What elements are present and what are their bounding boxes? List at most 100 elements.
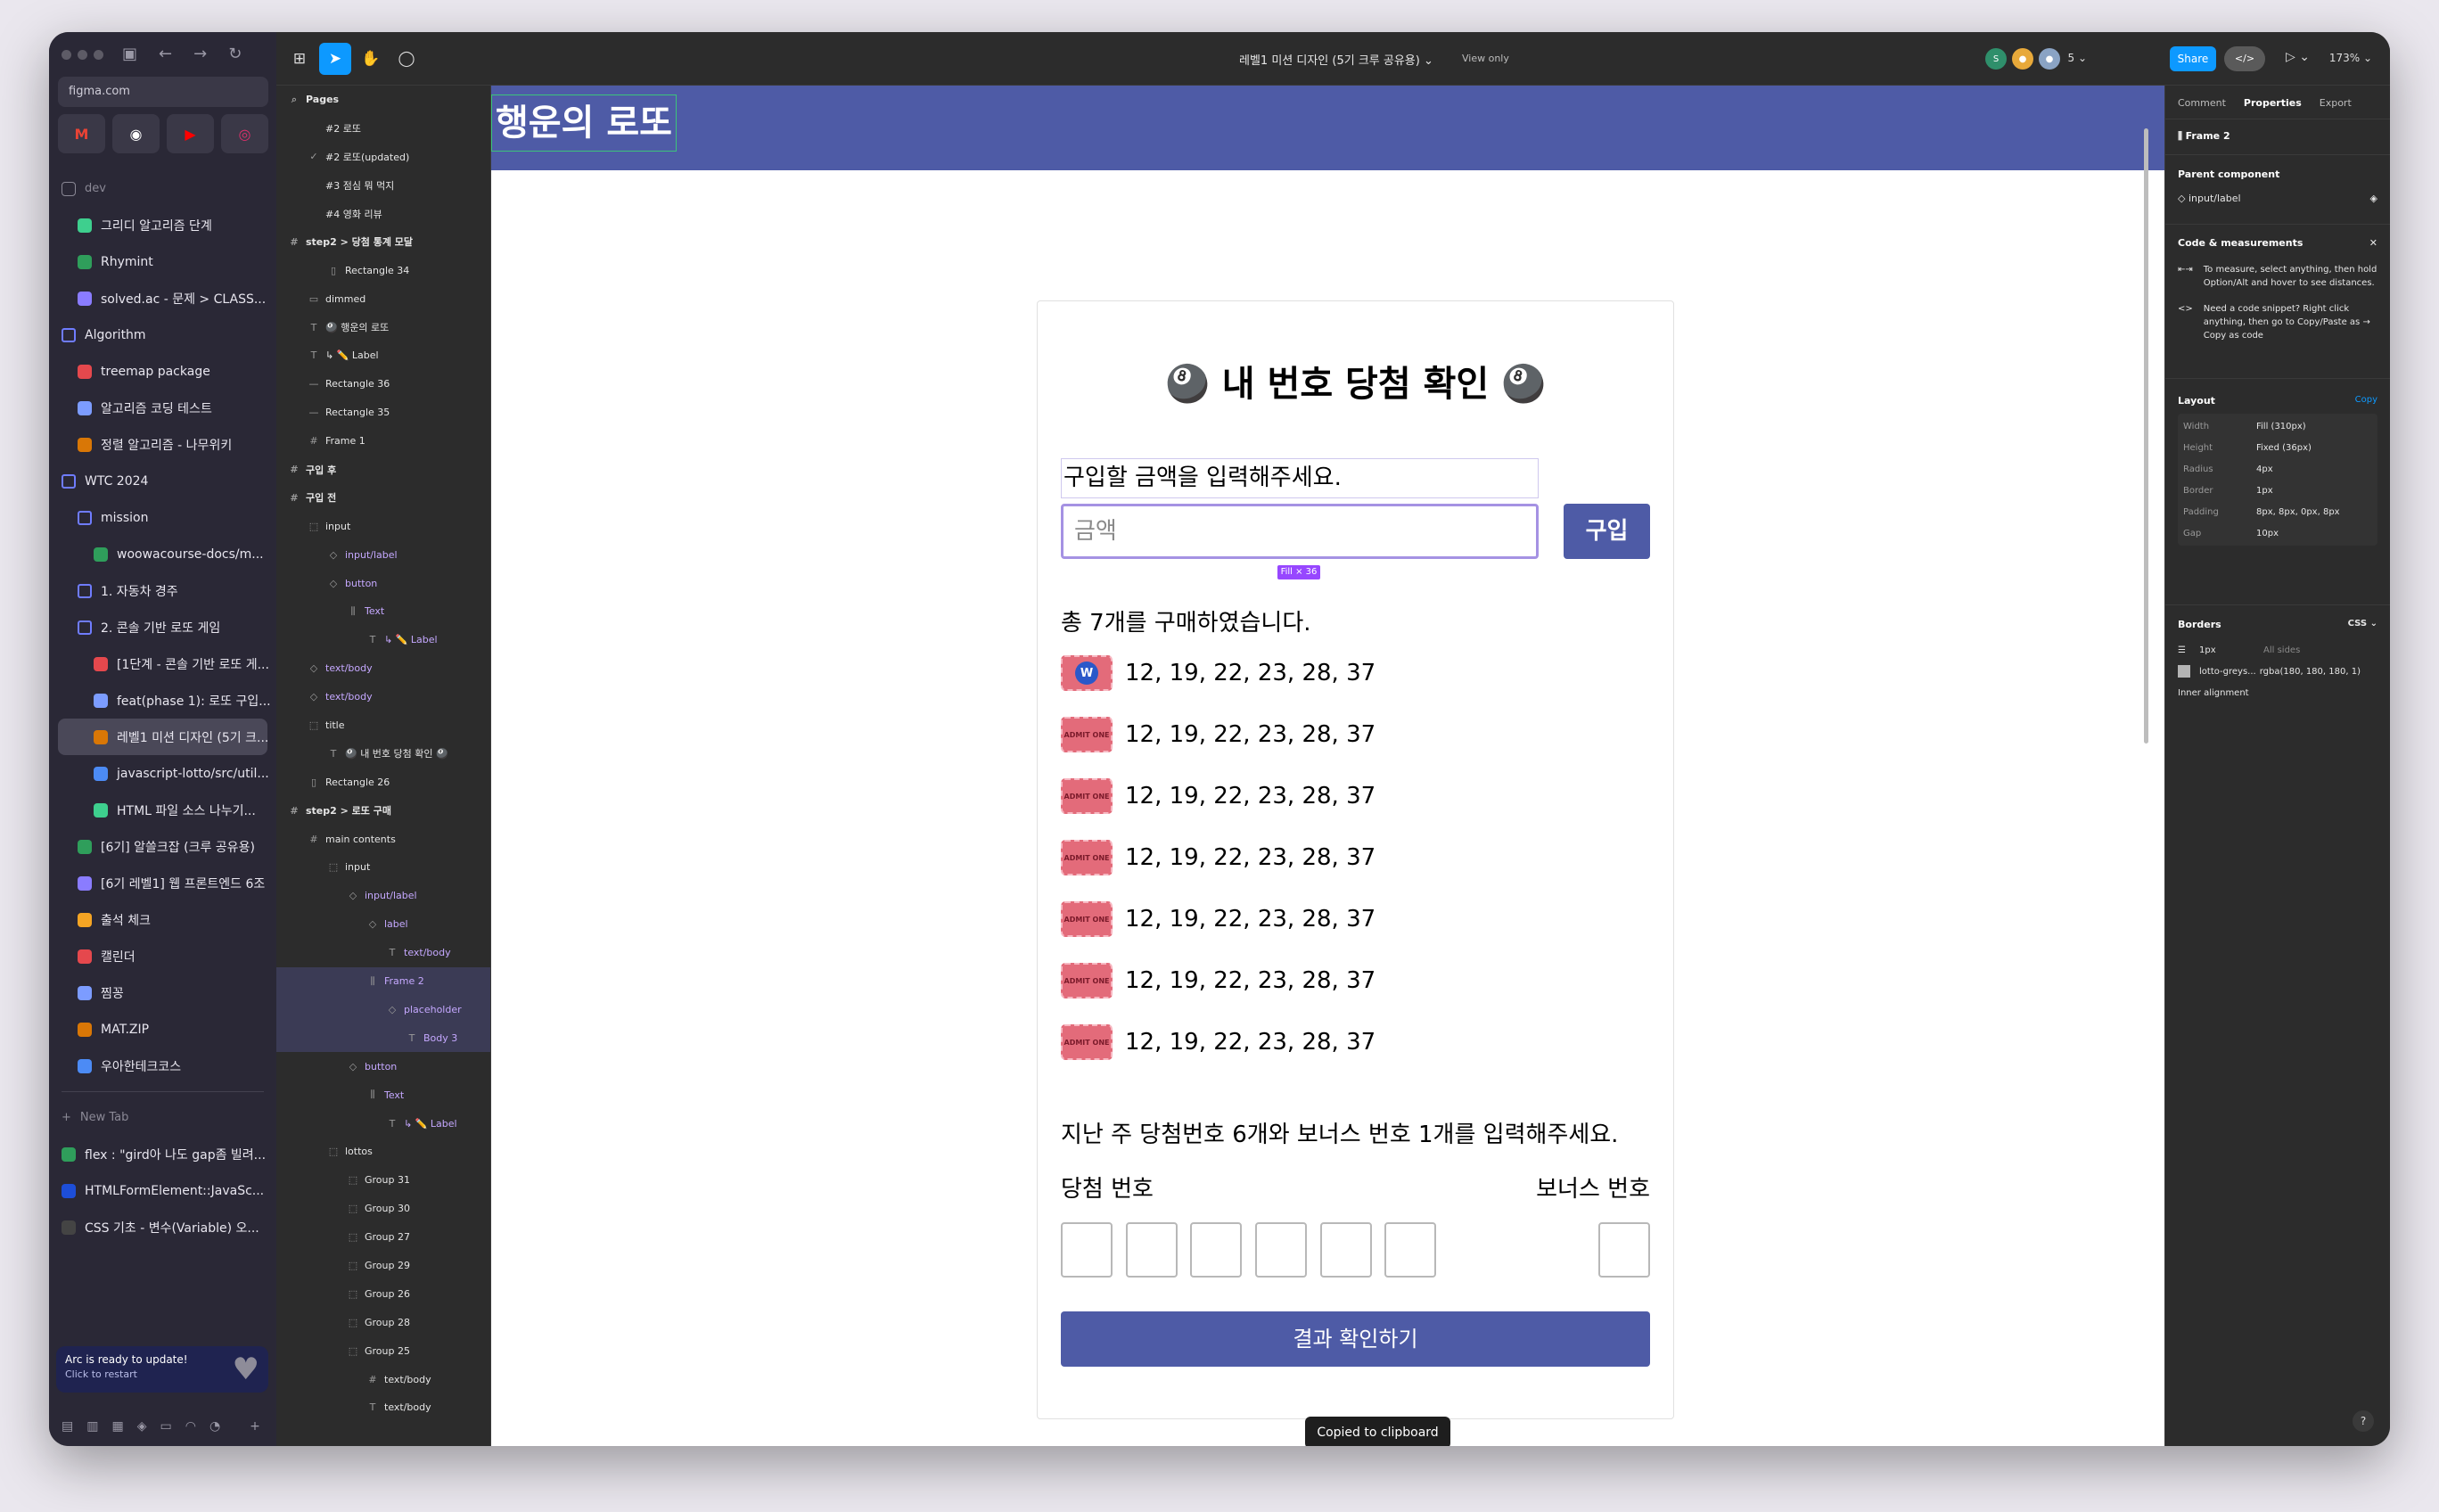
go-to-component-icon[interactable]: ◈ <box>2370 193 2377 204</box>
sidebar-folder[interactable]: WTC 2024 <box>49 463 276 499</box>
sidebar-folder[interactable]: 1. 자동차 경주 <box>49 572 276 609</box>
layer-row[interactable]: # Frame 1 <box>276 427 490 456</box>
sidebar-tab[interactable]: 캘린더 <box>49 938 276 974</box>
layer-row[interactable]: ◇ text/body <box>276 654 490 683</box>
copy-button[interactable]: Copy <box>2355 395 2377 407</box>
layer-row[interactable]: T ↳ ✏️ Label <box>276 626 490 654</box>
layer-row[interactable]: #2 로또 <box>276 114 490 143</box>
layer-row[interactable]: ▯ Rectangle 26 <box>276 768 490 796</box>
layer-row[interactable]: Ttext/body <box>276 939 490 967</box>
layer-row[interactable]: ⬚ Group 31 <box>276 1166 490 1195</box>
layer-row[interactable]: ⬚ lottos <box>276 1138 490 1166</box>
app-logo-title[interactable]: 행운의 로또 <box>491 94 677 152</box>
sidebar-tab[interactable]: HTML 파일 소스 나누기... <box>49 792 276 828</box>
sidebar-tab[interactable]: treemap package <box>49 353 276 390</box>
youtube-icon[interactable]: ▶ <box>167 114 214 153</box>
library-icon[interactable]: ▥ <box>86 1419 98 1434</box>
layer-row[interactable]: ◇ button <box>276 569 490 597</box>
layer-row[interactable]: # step2 > 로또 구매 <box>276 796 490 825</box>
layer-row[interactable]: # main contents <box>276 825 490 853</box>
layer-row[interactable]: ◇ placeholder <box>276 995 490 1024</box>
hand-tool-icon[interactable]: ✋ <box>355 43 387 75</box>
tab-export[interactable]: Export <box>2320 97 2352 109</box>
sidebar-tab[interactable]: feat(phase 1): 로또 구입... <box>49 682 276 719</box>
sidebar-tab[interactable]: 찜꽁 <box>49 974 276 1011</box>
present-icon[interactable]: ▷ ⌄ <box>2286 50 2310 64</box>
layer-row[interactable]: # step2 > 당첨 통계 모달 <box>276 227 490 256</box>
sidebar-tab[interactable]: 레벨1 미션 디자인 (5기 크... <box>58 719 267 755</box>
sidebar-tab[interactable]: solved.ac - 문제 > CLASS... <box>49 280 276 316</box>
sidebar-tab[interactable]: Rhymint <box>49 243 276 280</box>
design-canvas[interactable]: 행운의 로또 🎱 내 번호 당첨 확인 🎱 구입할 금액을 입력해주세요. 금액… <box>491 86 2164 1446</box>
layer-row[interactable]: ▯ Rectangle 34 <box>276 256 490 284</box>
winning-number-input[interactable] <box>1255 1222 1307 1278</box>
easel-icon[interactable]: ▦ <box>111 1419 123 1434</box>
layer-row[interactable]: ⬚ Group 29 <box>276 1252 490 1280</box>
sidebar-tab[interactable]: [1단계 - 콘솔 기반 로또 게... <box>49 645 276 682</box>
sidebar-tab[interactable]: 정렬 알고리즘 - 나무위키 <box>49 426 276 463</box>
collaborator-count[interactable]: 5 ⌄ <box>2067 52 2087 64</box>
winning-number-input[interactable] <box>1320 1222 1372 1278</box>
layer-row[interactable]: ⬚ Group 26 <box>276 1279 490 1308</box>
layer-row[interactable]: — Rectangle 36 <box>276 370 490 399</box>
monitor-icon[interactable]: ▭ <box>160 1419 171 1434</box>
sidebar-tab[interactable]: javascript-lotto/src/util... <box>49 755 276 792</box>
sidebar-tab[interactable]: flex : "gird아 나도 gap좀 빌려... <box>49 1136 276 1172</box>
gmail-icon[interactable]: M <box>58 114 105 153</box>
avatar[interactable]: ● <box>2039 48 2060 70</box>
comment-tool-icon[interactable]: ◯ <box>390 43 423 75</box>
layer-row[interactable]: ⫼ Text <box>276 1081 490 1109</box>
layer-row[interactable]: # 구입 전 <box>276 483 490 512</box>
layer-row[interactable]: T Body 3 <box>276 1023 490 1053</box>
sidebar-tab[interactable]: 출석 체크 <box>49 901 276 938</box>
amount-input[interactable]: 금액 <box>1061 504 1539 559</box>
layer-row[interactable]: ◇ input/label <box>276 882 490 910</box>
figma-menu-icon[interactable]: ⊞ <box>283 43 316 75</box>
layout-value[interactable]: Fill (310px) <box>2256 422 2306 431</box>
layer-row[interactable]: ◇ text/body <box>276 683 490 711</box>
sidebar-tab[interactable]: CSS 기초 - 변수(Variable) 오... <box>49 1209 276 1245</box>
avatar[interactable]: S <box>1985 48 2007 70</box>
layer-row[interactable]: # text/body <box>276 1365 490 1393</box>
layer-row[interactable]: ⬚ Group 30 <box>276 1195 490 1223</box>
instagram-icon[interactable]: ◎ <box>221 114 268 153</box>
help-button[interactable]: ? <box>2353 1410 2374 1432</box>
layer-row[interactable]: ⫼ Text <box>276 597 490 626</box>
window-controls[interactable] <box>62 50 103 60</box>
zoom-level[interactable]: 173% ⌄ <box>2329 52 2372 64</box>
layer-row[interactable]: ◇ input/label <box>276 540 490 569</box>
winning-number-input[interactable] <box>1126 1222 1178 1278</box>
winning-number-input[interactable] <box>1061 1222 1113 1278</box>
layer-row[interactable]: ◇ label <box>276 910 490 939</box>
winning-number-input[interactable] <box>1384 1222 1436 1278</box>
avatar[interactable]: ● <box>2012 48 2033 70</box>
layer-row[interactable]: ⬚ title <box>276 711 490 740</box>
layout-value[interactable]: 10px <box>2256 529 2279 538</box>
layout-value[interactable]: 1px <box>2256 486 2273 496</box>
sidebar-folder[interactable]: 2. 콘솔 기반 로또 게임 <box>49 609 276 645</box>
layer-row[interactable]: ◇ button <box>276 1052 490 1081</box>
file-title[interactable]: 레벨1 미션 디자인 (5기 크루 공유용) ⌄ <box>1239 51 1433 68</box>
sidebar-tab[interactable]: 우아한테크코스 <box>49 1048 276 1084</box>
add-icon[interactable]: + <box>250 1419 260 1434</box>
layer-row[interactable]: ⬚ Group 25 <box>276 1336 490 1365</box>
winning-number-input[interactable] <box>1190 1222 1242 1278</box>
boost-icon[interactable]: ◈ <box>137 1419 147 1434</box>
layer-row[interactable]: ✓ #2 로또(updated) <box>276 143 490 171</box>
move-tool-icon[interactable]: ➤ <box>319 43 351 75</box>
forward-icon[interactable]: → <box>193 45 207 63</box>
sidebar-toggle-icon[interactable]: ▣ <box>122 45 137 63</box>
layer-row[interactable]: T ↳ ✏️ Label <box>276 1109 490 1138</box>
layer-row[interactable]: #4 영화 리뷰 <box>276 200 490 228</box>
layer-row[interactable]: Ttext/body <box>276 1393 490 1422</box>
layer-row[interactable]: ⬚ Group 28 <box>276 1308 490 1336</box>
layer-row[interactable]: ⬚ input <box>276 512 490 540</box>
layer-row[interactable]: T ↳ ✏️ Label <box>276 341 490 370</box>
sidebar-folder[interactable]: mission <box>49 499 276 536</box>
sidebar-tab[interactable]: HTMLFormElement::JavaSc... <box>49 1172 276 1209</box>
sidebar-tab[interactable]: 그리디 알고리즘 단계 <box>49 207 276 243</box>
dev-mode-toggle-icon[interactable]: </> <box>2224 46 2265 71</box>
sidebar-tab[interactable]: MAT.ZIP <box>49 1011 276 1048</box>
chat-icon[interactable]: ◔ <box>209 1419 220 1434</box>
layer-row[interactable]: T 🎱 내 번호 당첨 확인 🎱 <box>276 739 490 768</box>
